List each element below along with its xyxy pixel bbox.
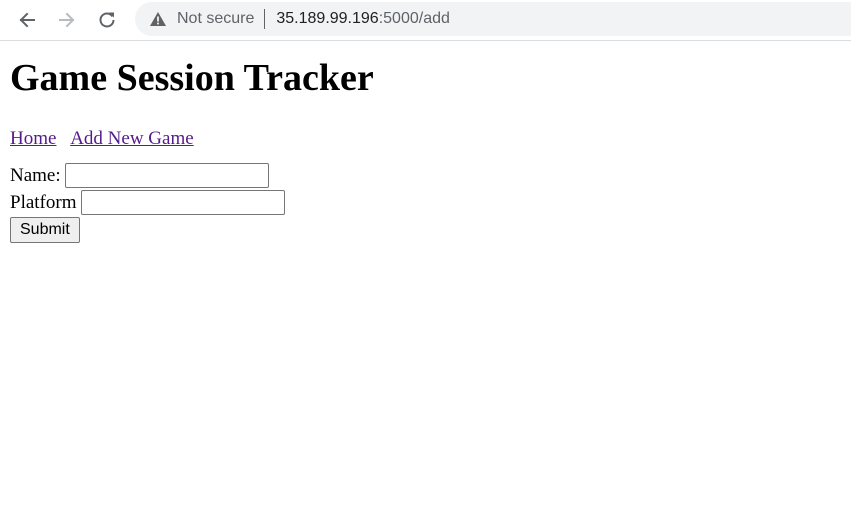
name-label: Name:: [10, 165, 61, 186]
nav-links: Home Add New Game: [10, 128, 841, 150]
page-title: Game Session Tracker: [10, 57, 374, 99]
reload-button[interactable]: [91, 4, 123, 36]
security-status-label[interactable]: Not secure: [177, 10, 254, 28]
url-text[interactable]: 35.189.99.196:5000/add: [276, 10, 450, 28]
back-button[interactable]: [11, 4, 43, 36]
add-new-game-link[interactable]: Add New Game: [70, 128, 193, 149]
arrow-left-icon: [17, 10, 37, 30]
arrow-right-icon: [57, 10, 77, 30]
url-path: :5000/add: [378, 10, 450, 27]
browser-toolbar: Not secure 35.189.99.196:5000/add: [0, 0, 851, 41]
submit-button[interactable]: Submit: [10, 217, 80, 243]
reload-icon: [97, 10, 117, 30]
home-link[interactable]: Home: [10, 128, 61, 149]
add-game-form: Name: Platform Submit: [10, 162, 841, 243]
warning-triangle-icon[interactable]: [149, 10, 167, 28]
platform-label: Platform: [10, 192, 77, 213]
url-host: 35.189.99.196: [276, 10, 379, 27]
page-content: Game Session Tracker Home Add New Game N…: [0, 56, 851, 243]
address-separator: [264, 9, 266, 29]
forward-button[interactable]: [51, 4, 83, 36]
platform-input[interactable]: [80, 190, 285, 215]
name-row: Name:: [10, 162, 841, 189]
name-input[interactable]: [64, 163, 269, 188]
address-bar[interactable]: Not secure 35.189.99.196:5000/add: [135, 2, 851, 36]
platform-row: Platform: [10, 189, 841, 216]
